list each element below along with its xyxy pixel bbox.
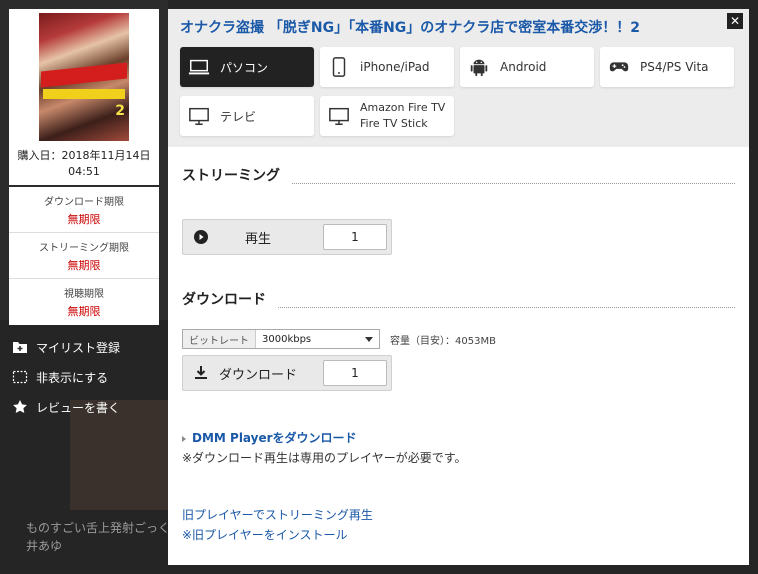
tv-icon [189,107,209,125]
player-note: ※ダウンロード再生は専用のプレイヤーが必要です。 [182,451,467,465]
old-player-install-link[interactable]: ※旧プレイヤーをインストール [182,528,347,542]
write-review-button[interactable]: レビューを書く [12,392,120,422]
download-section: ダウンロード ビットレート 3000kbps 容量（目安）：4053MB ダウン… [168,289,749,391]
cover-number: 2 [115,103,125,119]
play-dialog: オナクラ盗撮 「脱ぎNG」「本番NG」のオナクラ店で密室本番交渉！！2 ✕ パソ… [168,9,749,565]
device-tabs: パソコン iPhone/iPad Android PS4/PS Vita テレビ [180,47,737,136]
play-button[interactable]: 再生 1 [182,219,392,255]
product-actions: マイリスト登録 非表示にする レビューを書く [12,332,120,422]
dotted-square-icon [12,370,28,384]
player-info: DMM Playerをダウンロード ※ダウンロード再生は専用のプレイヤーが必要で… [168,429,749,466]
laptop-icon [188,59,210,75]
download-button[interactable]: ダウンロード 1 [182,355,392,391]
purchase-date: 購入日：2018年11月14日 04:51 [9,143,159,185]
folder-plus-icon [13,342,27,353]
background-item-title: ものすごい舌上発射ごっくん [26,521,183,535]
dialog-header: オナクラ盗撮 「脱ぎNG」「本番NG」のオナクラ店で密室本番交渉！！2 ✕ パソ… [168,9,749,147]
streaming-heading: ストリーミング [182,168,280,184]
download-part-select[interactable]: 1 [323,360,387,386]
star-icon [13,400,27,413]
play-part-select[interactable]: 1 [323,224,387,250]
android-icon [470,59,488,77]
download-icon [195,366,207,379]
bitrate-label: ビットレート [183,330,256,348]
download-heading: ダウンロード [182,292,266,308]
viewing-period: 視聴期限 無期限 [64,289,104,318]
hide-button[interactable]: 非表示にする [12,362,120,392]
phone-icon [332,57,346,77]
gamepad-icon [609,62,629,72]
dmm-player-download-link[interactable]: DMM Playerをダウンロード [192,431,357,445]
device-tab-firetv[interactable]: Amazon Fire TV Fire TV Stick [320,96,454,136]
chevron-down-icon [365,336,373,342]
device-tab-iphone[interactable]: iPhone/iPad [320,47,454,87]
bitrate-value: 3000kbps [262,333,312,345]
device-tab-android[interactable]: Android [460,47,594,87]
download-period: ダウンロード期限 無期限 [9,187,159,233]
product-thumbnail[interactable]: 2 [9,9,159,143]
device-tab-ps4[interactable]: PS4/PS Vita [600,47,734,87]
device-tab-tv[interactable]: テレビ [180,96,314,136]
background-item-title: 井あゆ [26,539,63,553]
monitor-icon [329,107,349,125]
device-tab-pc[interactable]: パソコン [180,47,314,87]
close-button[interactable]: ✕ [727,13,743,29]
capacity-text: 容量（目安）：4053MB [390,335,496,347]
streaming-section: ストリーミング 再生 1 [168,165,749,255]
dialog-title: オナクラ盗撮 「脱ぎNG」「本番NG」のオナクラ店で密室本番交渉！！2 [180,20,641,36]
caret-right-icon [182,435,186,442]
product-sidebar: 2 購入日：2018年11月14日 04:51 ダウンロード期限 無期限 ストリ… [9,9,159,325]
streaming-period: ストリーミング期限 無期限 [9,233,159,279]
old-player-info: 旧プレイヤーでストリーミング再生 ※旧プレイヤーをインストール [168,506,749,543]
old-player-stream-link[interactable]: 旧プレイヤーでストリーミング再生 [182,508,373,522]
bitrate-select[interactable]: ビットレート 3000kbps [182,329,380,349]
mylist-add-button[interactable]: マイリスト登録 [12,332,120,362]
period-list: ダウンロード期限 無期限 ストリーミング期限 無期限 視聴期限 無期限 [9,187,159,325]
play-circle-icon [194,230,208,244]
